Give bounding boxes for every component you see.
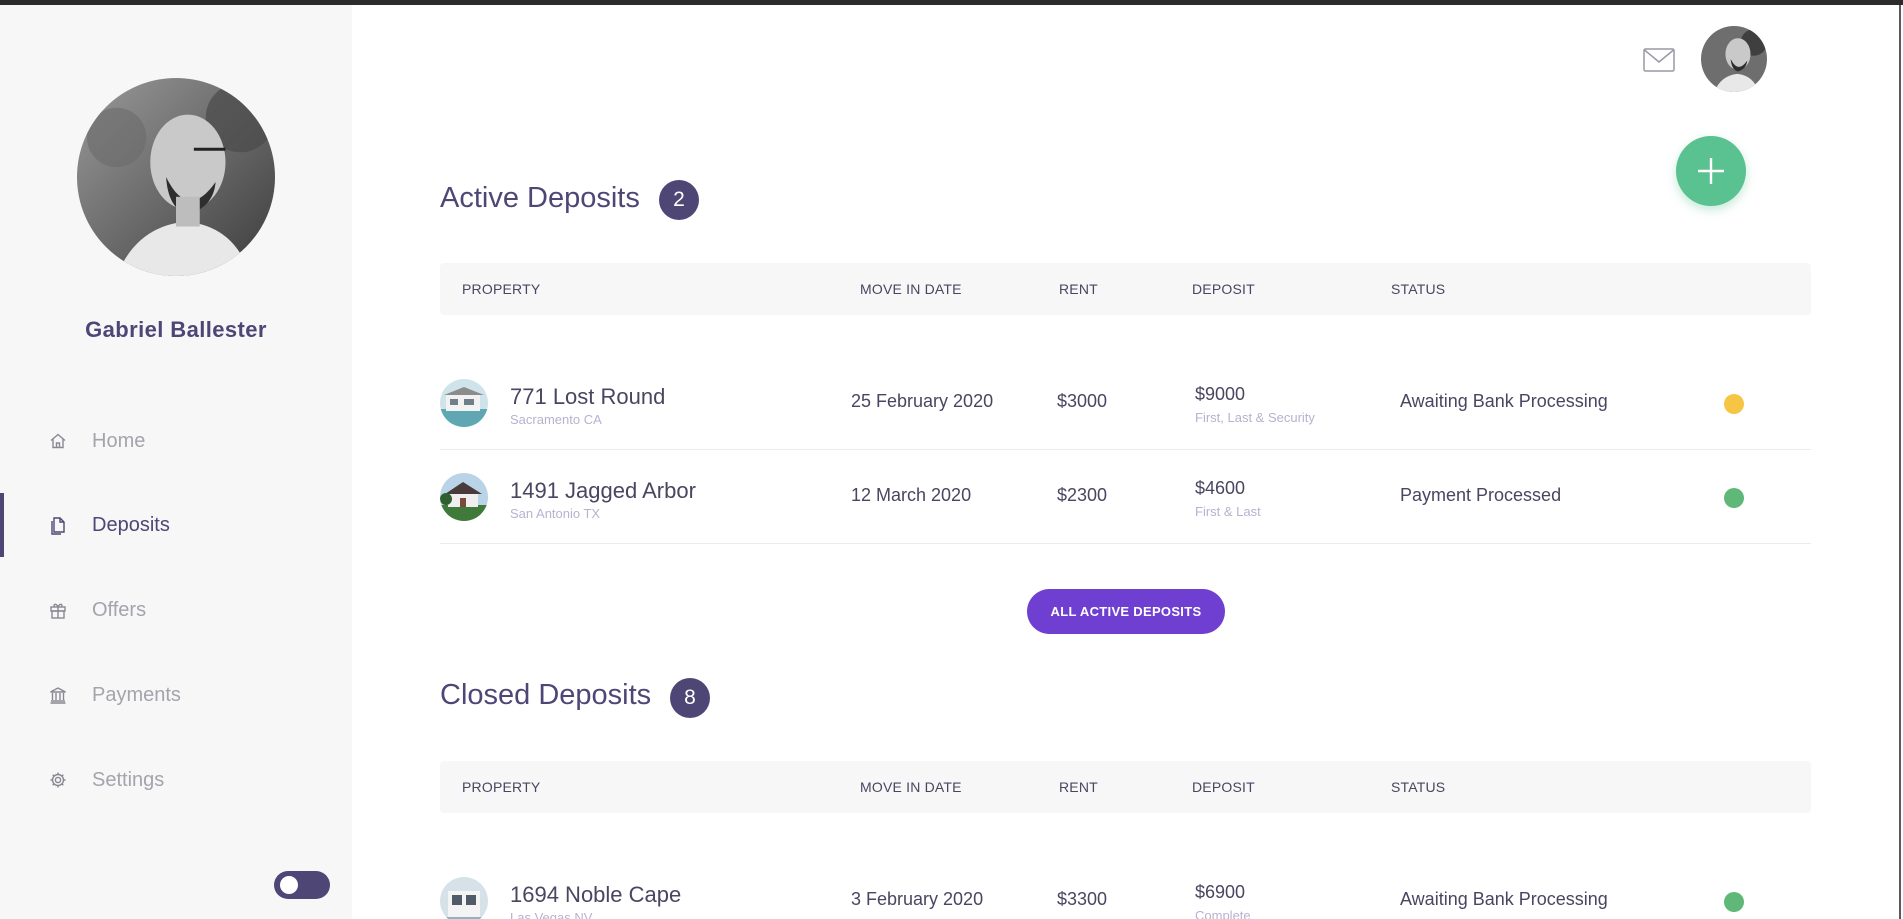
profile-photo	[1701, 26, 1767, 92]
move-in-date: 25 February 2020	[851, 391, 994, 411]
table-row[interactable]: 771 Lost Round Sacramento CA 25 February…	[440, 356, 1811, 450]
deposit-amount: $6900	[1195, 882, 1246, 902]
property-thumbnail	[440, 877, 488, 919]
sidebar: Gabriel Ballester Home Deposits Offers P…	[0, 5, 352, 919]
closed-table-header: PROPERTY MOVE IN DATE RENT DEPOSIT STATU…	[440, 761, 1811, 813]
add-deposit-button[interactable]	[1676, 136, 1746, 206]
bank-icon	[48, 685, 68, 705]
column-header-deposit: DEPOSIT	[1192, 779, 1255, 795]
profile-avatar[interactable]	[77, 78, 275, 276]
rent-value: $2300	[1057, 485, 1108, 505]
toggle-knob	[280, 876, 298, 894]
sidebar-item-label: Offers	[92, 598, 147, 621]
table-row[interactable]: 1694 Noble Cape Las Vegas NV 3 February …	[440, 854, 1811, 919]
sidebar-item-label: Payments	[92, 683, 181, 706]
deposit-note: First & Last	[1195, 504, 1261, 519]
scrollbar[interactable]	[1899, 5, 1901, 919]
closed-count-badge: 8	[670, 678, 710, 718]
sidebar-item-home[interactable]: Home	[0, 409, 352, 473]
status-text: Awaiting Bank Processing	[1400, 889, 1608, 909]
user-name: Gabriel Ballester	[85, 317, 267, 342]
property-name[interactable]: 1491 Jagged Arbor	[510, 478, 696, 504]
active-count-badge: 2	[659, 180, 699, 220]
sidebar-item-label: Deposits	[92, 513, 170, 536]
status-indicator	[1724, 892, 1744, 912]
property-city: Sacramento CA	[510, 412, 602, 427]
all-active-deposits-button[interactable]: ALL ACTIVE DEPOSITS	[1027, 589, 1225, 634]
active-table-header: PROPERTY MOVE IN DATE RENT DEPOSIT STATU…	[440, 263, 1811, 315]
column-header-rent: RENT	[1059, 281, 1098, 297]
plus-icon	[1698, 158, 1724, 184]
property-thumbnail	[440, 473, 488, 521]
property-name[interactable]: 1694 Noble Cape	[510, 882, 681, 908]
column-header-move-in-date: MOVE IN DATE	[860, 779, 962, 795]
sidebar-item-settings[interactable]: Settings	[0, 748, 352, 812]
table-row[interactable]: 1491 Jagged Arbor San Antonio TX 12 Marc…	[440, 450, 1811, 544]
property-city: Las Vegas NV	[510, 910, 593, 919]
deposit-note: Complete	[1195, 908, 1251, 919]
status-indicator	[1724, 394, 1744, 414]
sidebar-item-label: Home	[92, 429, 146, 452]
sidebar-item-deposits[interactable]: Deposits	[0, 493, 352, 557]
sidebar-item-payments[interactable]: Payments	[0, 663, 352, 727]
column-header-status: STATUS	[1391, 281, 1446, 297]
status-text: Awaiting Bank Processing	[1400, 391, 1608, 411]
status-indicator	[1724, 488, 1744, 508]
move-in-date: 12 March 2020	[851, 485, 972, 505]
mail-icon[interactable]	[1643, 48, 1675, 72]
deposit-amount: $4600	[1195, 478, 1246, 498]
gear-icon	[48, 770, 68, 790]
column-header-deposit: DEPOSIT	[1192, 281, 1255, 297]
profile-photo	[77, 78, 275, 276]
sidebar-item-offers[interactable]: Offers	[0, 578, 352, 642]
gift-icon	[48, 600, 68, 620]
deposit-note: First, Last & Security	[1195, 410, 1315, 425]
column-header-property: PROPERTY	[462, 779, 541, 795]
column-header-status: STATUS	[1391, 779, 1446, 795]
move-in-date: 3 February 2020	[851, 889, 984, 909]
rent-value: $3000	[1057, 391, 1108, 411]
active-deposits-title: Active Deposits	[440, 182, 640, 214]
rent-value: $3300	[1057, 889, 1108, 909]
column-header-rent: RENT	[1059, 779, 1098, 795]
closed-deposits-title: Closed Deposits	[440, 679, 652, 711]
deposit-amount: $9000	[1195, 384, 1246, 404]
property-name[interactable]: 771 Lost Round	[510, 384, 665, 410]
column-header-move-in-date: MOVE IN DATE	[860, 281, 962, 297]
document-icon	[48, 515, 68, 535]
theme-toggle[interactable]	[274, 871, 330, 899]
home-icon	[48, 431, 68, 451]
column-header-property: PROPERTY	[462, 281, 541, 297]
sidebar-item-label: Settings	[92, 768, 165, 791]
status-text: Payment Processed	[1400, 485, 1562, 505]
property-city: San Antonio TX	[510, 506, 601, 521]
header-avatar[interactable]	[1701, 26, 1767, 92]
property-thumbnail	[440, 379, 488, 427]
